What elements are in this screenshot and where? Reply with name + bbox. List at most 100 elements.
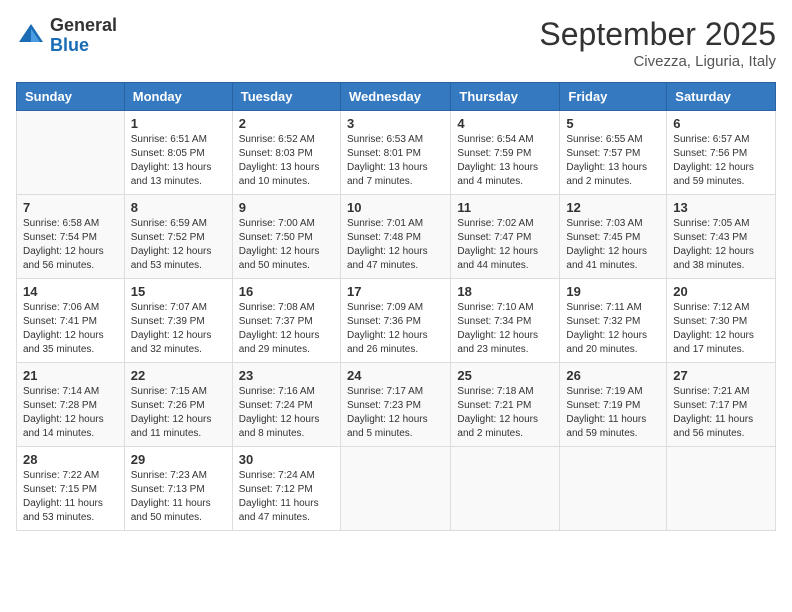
calendar-cell: 14Sunrise: 7:06 AMSunset: 7:41 PMDayligh… [17, 279, 125, 363]
day-header-wednesday: Wednesday [340, 83, 450, 111]
calendar-cell: 3 Sunrise: 6:53 AMSunset: 8:01 PMDaylight… [340, 111, 450, 195]
day-info: Sunrise: 7:01 AMSunset: 7:48 PMDaylight:… [347, 217, 444, 273]
calendar-cell [340, 447, 450, 531]
day-info: Sunrise: 6:54 AMSunset: 7:59 PMDaylight:… [457, 133, 553, 189]
day-info: Sunrise: 7:19 AMSunset: 7:19 PMDaylight:… [566, 385, 660, 441]
day-number: 2 [239, 116, 334, 131]
calendar-cell: 16 Sunrise: 7:08 AMSunset: 7:37 PMDayligh… [232, 279, 340, 363]
calendar-week-row: 14Sunrise: 7:06 AMSunset: 7:41 PMDayligh… [17, 279, 776, 363]
day-header-monday: Monday [124, 83, 232, 111]
calendar-cell: 9 Sunrise: 7:00 AMSunset: 7:50 PMDaylight… [232, 195, 340, 279]
logo-icon [16, 21, 46, 51]
day-number: 24 [347, 368, 444, 383]
month-title: September 2025 [539, 16, 776, 53]
calendar-cell: 23 Sunrise: 7:16 AMSunset: 7:24 PMDayligh… [232, 363, 340, 447]
day-number: 11 [457, 200, 553, 215]
calendar-cell: 28Sunrise: 7:22 AMSunset: 7:15 PMDayligh… [17, 447, 125, 531]
day-number: 9 [239, 200, 334, 215]
calendar-cell: 13 Sunrise: 7:05 AMSunset: 7:43 PMDayligh… [667, 195, 776, 279]
day-number: 27 [673, 368, 769, 383]
day-number: 3 [347, 116, 444, 131]
title-block: September 2025 Civezza, Liguria, Italy [539, 16, 776, 70]
calendar-cell: 10Sunrise: 7:01 AMSunset: 7:48 PMDayligh… [340, 195, 450, 279]
calendar-week-row: 1 Sunrise: 6:51 AMSunset: 8:05 PMDaylight… [17, 111, 776, 195]
day-number: 4 [457, 116, 553, 131]
calendar-table: SundayMondayTuesdayWednesdayThursdayFrid… [16, 82, 776, 531]
calendar-cell: 25 Sunrise: 7:18 AMSunset: 7:21 PMDayligh… [451, 363, 560, 447]
day-number: 17 [347, 284, 444, 299]
day-header-thursday: Thursday [451, 83, 560, 111]
day-info: Sunrise: 7:06 AMSunset: 7:41 PMDaylight:… [23, 301, 118, 357]
day-info: Sunrise: 7:14 AMSunset: 7:28 PMDaylight:… [23, 385, 118, 441]
calendar-week-row: 7 Sunrise: 6:58 AMSunset: 7:54 PMDaylight… [17, 195, 776, 279]
calendar-cell: 15 Sunrise: 7:07 AMSunset: 7:39 PMDayligh… [124, 279, 232, 363]
day-info: Sunrise: 6:53 AMSunset: 8:01 PMDaylight:… [347, 133, 444, 189]
day-info: Sunrise: 7:00 AMSunset: 7:50 PMDaylight:… [239, 217, 334, 273]
page-header: General Blue September 2025 Civezza, Lig… [16, 16, 776, 70]
calendar-week-row: 21Sunrise: 7:14 AMSunset: 7:28 PMDayligh… [17, 363, 776, 447]
day-number: 1 [131, 116, 226, 131]
calendar-cell: 27 Sunrise: 7:21 AMSunset: 7:17 PMDayligh… [667, 363, 776, 447]
day-info: Sunrise: 7:17 AMSunset: 7:23 PMDaylight:… [347, 385, 444, 441]
calendar-cell [17, 111, 125, 195]
day-header-friday: Friday [560, 83, 667, 111]
day-info: Sunrise: 7:24 AMSunset: 7:12 PMDaylight:… [239, 469, 334, 525]
calendar-cell: 29 Sunrise: 7:23 AMSunset: 7:13 PMDayligh… [124, 447, 232, 531]
calendar-cell: 8 Sunrise: 6:59 AMSunset: 7:52 PMDaylight… [124, 195, 232, 279]
day-number: 5 [566, 116, 660, 131]
day-number: 23 [239, 368, 334, 383]
calendar-cell: 7 Sunrise: 6:58 AMSunset: 7:54 PMDaylight… [17, 195, 125, 279]
calendar-cell: 1 Sunrise: 6:51 AMSunset: 8:05 PMDaylight… [124, 111, 232, 195]
day-number: 19 [566, 284, 660, 299]
location-title: Civezza, Liguria, Italy [539, 53, 776, 70]
day-info: Sunrise: 7:16 AMSunset: 7:24 PMDaylight:… [239, 385, 334, 441]
day-number: 25 [457, 368, 553, 383]
day-info: Sunrise: 7:12 AMSunset: 7:30 PMDaylight:… [673, 301, 769, 357]
calendar-cell [560, 447, 667, 531]
day-info: Sunrise: 7:03 AMSunset: 7:45 PMDaylight:… [566, 217, 660, 273]
day-number: 16 [239, 284, 334, 299]
day-header-saturday: Saturday [667, 83, 776, 111]
day-number: 29 [131, 452, 226, 467]
day-info: Sunrise: 6:57 AMSunset: 7:56 PMDaylight:… [673, 133, 769, 189]
day-info: Sunrise: 7:02 AMSunset: 7:47 PMDaylight:… [457, 217, 553, 273]
day-info: Sunrise: 7:22 AMSunset: 7:15 PMDaylight:… [23, 469, 118, 525]
calendar-cell: 21Sunrise: 7:14 AMSunset: 7:28 PMDayligh… [17, 363, 125, 447]
day-info: Sunrise: 6:52 AMSunset: 8:03 PMDaylight:… [239, 133, 334, 189]
day-number: 13 [673, 200, 769, 215]
day-info: Sunrise: 7:23 AMSunset: 7:13 PMDaylight:… [131, 469, 226, 525]
calendar-cell: 20 Sunrise: 7:12 AMSunset: 7:30 PMDayligh… [667, 279, 776, 363]
calendar-cell: 6 Sunrise: 6:57 AMSunset: 7:56 PMDaylight… [667, 111, 776, 195]
day-info: Sunrise: 7:07 AMSunset: 7:39 PMDaylight:… [131, 301, 226, 357]
day-info: Sunrise: 7:10 AMSunset: 7:34 PMDaylight:… [457, 301, 553, 357]
calendar-week-row: 28Sunrise: 7:22 AMSunset: 7:15 PMDayligh… [17, 447, 776, 531]
day-number: 7 [23, 200, 118, 215]
calendar-cell: 5 Sunrise: 6:55 AMSunset: 7:57 PMDaylight… [560, 111, 667, 195]
calendar-cell: 11 Sunrise: 7:02 AMSunset: 7:47 PMDayligh… [451, 195, 560, 279]
day-info: Sunrise: 7:21 AMSunset: 7:17 PMDaylight:… [673, 385, 769, 441]
day-info: Sunrise: 7:15 AMSunset: 7:26 PMDaylight:… [131, 385, 226, 441]
calendar-cell: 4 Sunrise: 6:54 AMSunset: 7:59 PMDaylight… [451, 111, 560, 195]
day-number: 8 [131, 200, 226, 215]
day-number: 20 [673, 284, 769, 299]
day-number: 15 [131, 284, 226, 299]
day-number: 6 [673, 116, 769, 131]
day-info: Sunrise: 6:58 AMSunset: 7:54 PMDaylight:… [23, 217, 118, 273]
calendar-cell [667, 447, 776, 531]
day-info: Sunrise: 7:05 AMSunset: 7:43 PMDaylight:… [673, 217, 769, 273]
calendar-header-row: SundayMondayTuesdayWednesdayThursdayFrid… [17, 83, 776, 111]
calendar-cell: 17Sunrise: 7:09 AMSunset: 7:36 PMDayligh… [340, 279, 450, 363]
day-info: Sunrise: 6:59 AMSunset: 7:52 PMDaylight:… [131, 217, 226, 273]
day-number: 26 [566, 368, 660, 383]
calendar-cell: 12Sunrise: 7:03 AMSunset: 7:45 PMDayligh… [560, 195, 667, 279]
day-header-sunday: Sunday [17, 83, 125, 111]
day-info: Sunrise: 6:55 AMSunset: 7:57 PMDaylight:… [566, 133, 660, 189]
calendar-cell: 24 Sunrise: 7:17 AMSunset: 7:23 PMDayligh… [340, 363, 450, 447]
day-info: Sunrise: 6:51 AMSunset: 8:05 PMDaylight:… [131, 133, 226, 189]
day-info: Sunrise: 7:18 AMSunset: 7:21 PMDaylight:… [457, 385, 553, 441]
calendar-cell [451, 447, 560, 531]
day-info: Sunrise: 7:08 AMSunset: 7:37 PMDaylight:… [239, 301, 334, 357]
calendar-cell: 30Sunrise: 7:24 AMSunset: 7:12 PMDayligh… [232, 447, 340, 531]
day-number: 18 [457, 284, 553, 299]
calendar-cell: 18 Sunrise: 7:10 AMSunset: 7:34 PMDayligh… [451, 279, 560, 363]
